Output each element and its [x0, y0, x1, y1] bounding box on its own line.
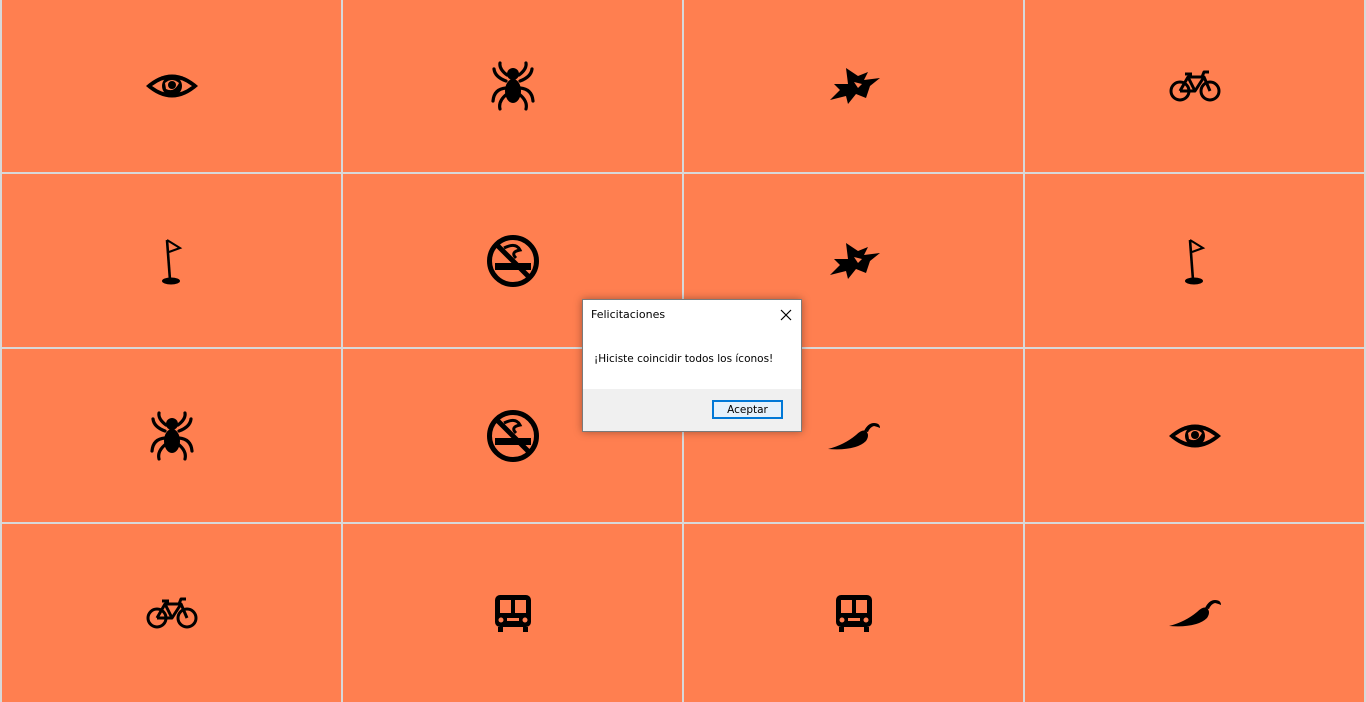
spider-icon	[490, 61, 536, 111]
tile-r4-c1[interactable]	[2, 524, 341, 702]
close-icon	[780, 309, 792, 321]
golf-flag-icon	[160, 236, 184, 286]
eye-icon	[144, 69, 200, 103]
no-smoking-icon	[486, 409, 540, 463]
message-box: Felicitaciones ¡Hiciste coincidir todos …	[582, 299, 802, 432]
chili-pepper-icon	[826, 419, 882, 453]
ok-button[interactable]: Aceptar	[712, 400, 783, 419]
tile-r4-c4[interactable]	[1025, 524, 1364, 702]
tile-r1-c1[interactable]	[2, 0, 341, 172]
chili-pepper-icon	[1167, 596, 1223, 630]
dialog-message: ¡Hiciste coincidir todos los íconos!	[594, 353, 774, 365]
tile-r2-c4[interactable]	[1025, 174, 1364, 347]
ninja-icon	[826, 64, 882, 108]
no-smoking-icon	[486, 234, 540, 288]
tile-r3-c1[interactable]	[2, 349, 341, 522]
tile-r1-c3[interactable]	[684, 0, 1023, 172]
close-button[interactable]	[775, 304, 797, 326]
tile-r1-c4[interactable]	[1025, 0, 1364, 172]
tile-r3-c4[interactable]	[1025, 349, 1364, 522]
dialog-title: Felicitaciones	[591, 308, 666, 321]
ninja-icon	[826, 239, 882, 283]
dialog-footer: Aceptar	[583, 389, 801, 431]
train-icon	[493, 593, 533, 633]
tile-r1-c2[interactable]	[343, 0, 682, 172]
tile-r4-c2[interactable]	[343, 524, 682, 702]
train-icon	[834, 593, 874, 633]
bicycle-icon	[146, 596, 198, 630]
golf-flag-icon	[1183, 236, 1207, 286]
tile-r4-c3[interactable]	[684, 524, 1023, 702]
eye-icon	[1167, 419, 1223, 453]
bicycle-icon	[1169, 69, 1221, 103]
tile-r2-c1[interactable]	[2, 174, 341, 347]
spider-icon	[149, 410, 195, 461]
